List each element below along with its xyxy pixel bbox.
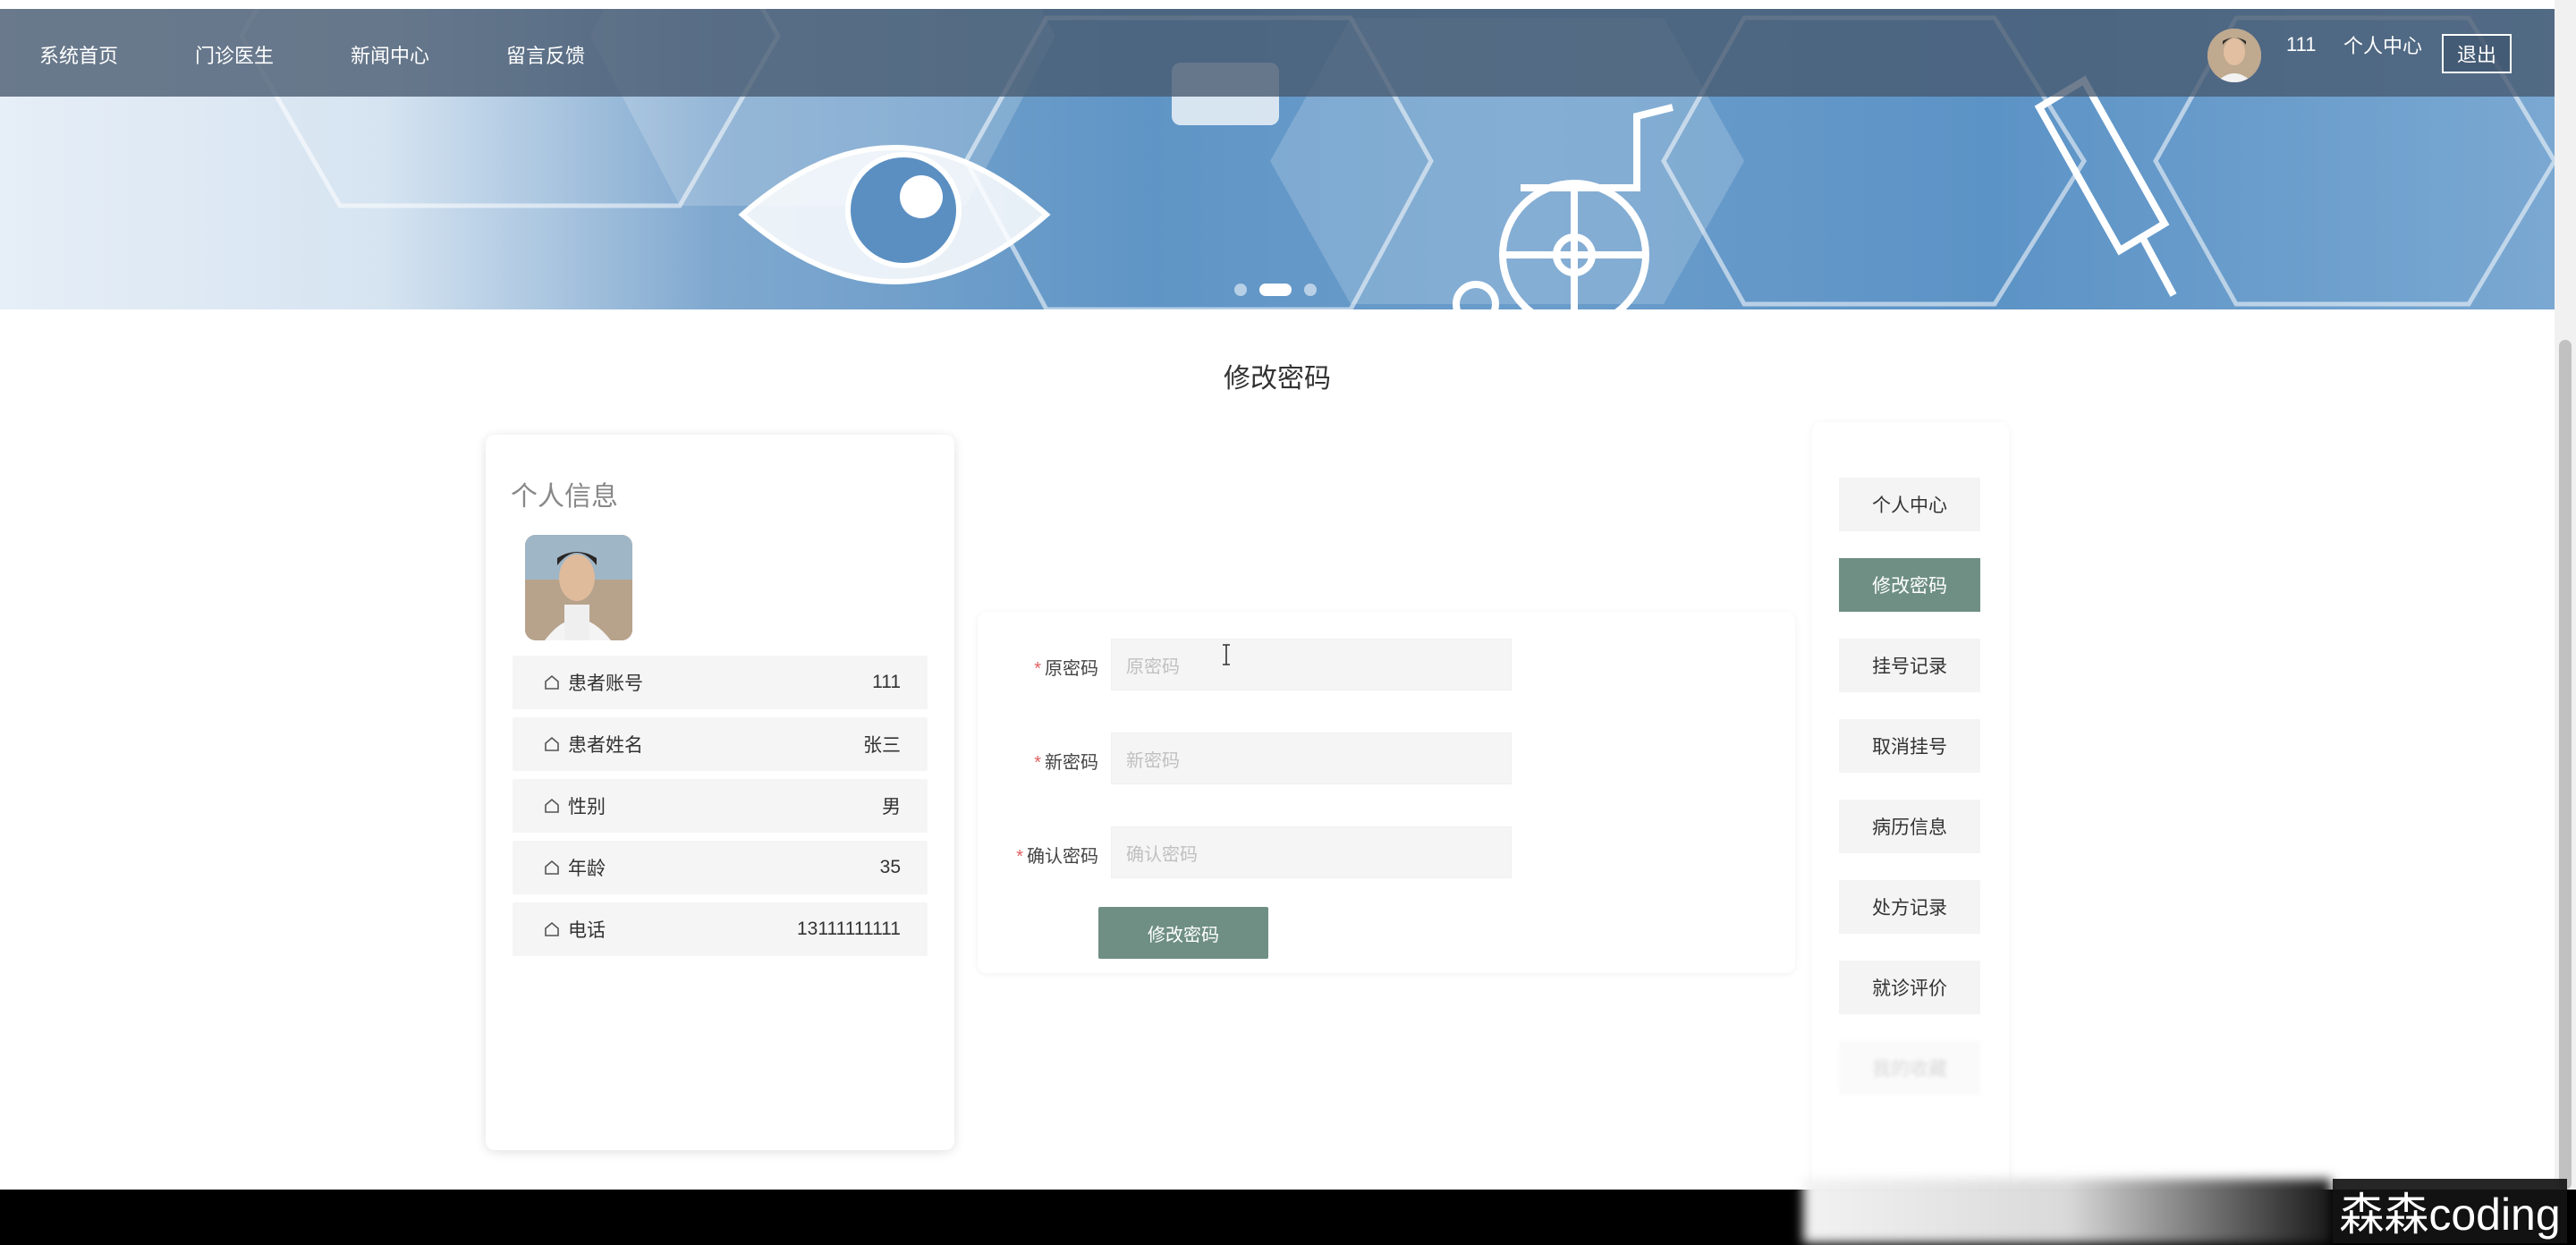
blurred-overlay <box>1803 1179 2331 1243</box>
menu-item-evaluations[interactable]: 就诊评价 <box>1839 961 1980 1014</box>
user-avatar[interactable] <box>2207 29 2261 82</box>
carousel-dot-1[interactable] <box>1234 284 1247 296</box>
confirm-password-input[interactable]: 确认密码 <box>1111 826 1512 878</box>
info-row-gender: 性别 男 <box>513 779 928 833</box>
old-password-input[interactable]: 原密码 <box>1111 639 1512 690</box>
nav-item-feedback[interactable]: 留言反馈 <box>506 40 585 69</box>
info-value: 张三 <box>863 735 901 756</box>
text-cursor-icon <box>1223 644 1230 665</box>
menu-item-personal-center[interactable]: 个人中心 <box>1839 478 1980 531</box>
required-mark: * <box>1034 659 1041 679</box>
info-value: 男 <box>882 797 901 817</box>
home-icon <box>545 860 559 875</box>
new-password-label: * 新密码 <box>1034 753 1098 773</box>
carousel-dot-2[interactable] <box>1259 284 1292 296</box>
home-icon <box>545 921 559 936</box>
info-label: 患者账号 <box>568 673 643 694</box>
info-row-age: 年龄 35 <box>513 841 928 894</box>
username-label: 111 <box>2286 33 2317 55</box>
home-icon <box>545 798 559 813</box>
menu-item-registration-records[interactable]: 挂号记录 <box>1839 639 1980 692</box>
info-row-phone: 电话 13111111111 <box>513 902 928 956</box>
menu-item-cancel-registration[interactable]: 取消挂号 <box>1839 719 1980 773</box>
scrollbar-thumb[interactable] <box>2559 340 2572 1190</box>
home-icon <box>545 674 559 690</box>
profile-avatar <box>525 535 632 640</box>
info-label: 电话 <box>568 920 606 941</box>
page-title: 修改密码 <box>1224 364 1331 394</box>
info-label: 性别 <box>568 797 606 817</box>
old-password-label: * 原密码 <box>1034 659 1098 679</box>
info-value: 35 <box>879 857 901 877</box>
menu-item-prescriptions[interactable]: 处方记录 <box>1839 880 1980 934</box>
change-password-submit-button[interactable]: 修改密码 <box>1098 907 1268 959</box>
watermark: 森森coding <box>2333 1179 2567 1243</box>
info-row-account: 患者账号 111 <box>513 656 928 709</box>
confirm-password-label: * 确认密码 <box>1016 847 1098 867</box>
menu-item-medical-records[interactable]: 病历信息 <box>1839 800 1980 853</box>
nav-item-news[interactable]: 新闻中心 <box>351 40 429 69</box>
logout-button[interactable]: 退出 <box>2442 34 2512 73</box>
info-row-name: 患者姓名 张三 <box>513 717 928 771</box>
nav-item-doctors[interactable]: 门诊医生 <box>195 40 274 69</box>
menu-item-change-password[interactable]: 修改密码 <box>1839 558 1980 612</box>
info-card-title: 个人信息 <box>511 482 618 512</box>
info-label: 患者姓名 <box>568 735 643 756</box>
info-label: 年龄 <box>568 859 606 879</box>
new-password-input[interactable]: 新密码 <box>1111 733 1512 784</box>
info-value: 111 <box>872 672 901 692</box>
required-mark: * <box>1016 847 1023 867</box>
nav-item-home[interactable]: 系统首页 <box>39 40 118 69</box>
info-value: 13111111111 <box>796 919 901 939</box>
carousel-dot-3[interactable] <box>1304 284 1317 296</box>
menu-item-favorites[interactable]: 我的收藏 <box>1839 1041 1980 1095</box>
personal-center-link[interactable]: 个人中心 <box>2343 30 2422 59</box>
required-mark: * <box>1034 753 1041 773</box>
home-icon <box>545 736 559 751</box>
